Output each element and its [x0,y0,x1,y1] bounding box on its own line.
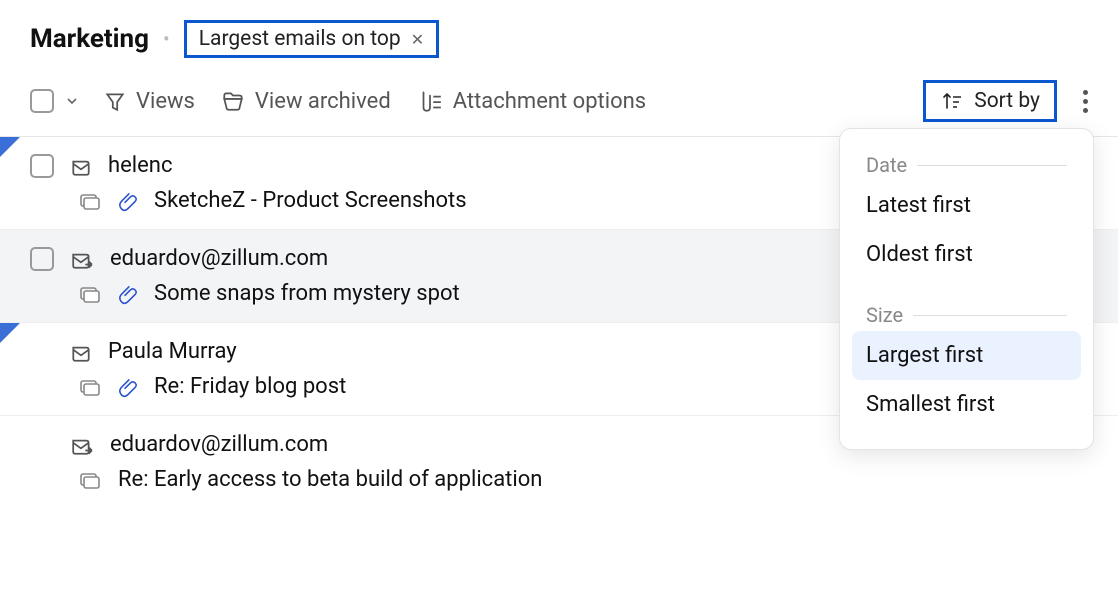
folder-title: Marketing [30,24,149,54]
envelope-forward-icon [70,248,94,270]
row-checkbox[interactable] [30,154,54,178]
sort-option-largest-first[interactable]: Largest first [852,331,1081,380]
sender-name: helenc [108,153,172,178]
email-subject: Some snaps from mystery spot [154,281,460,306]
sort-option-latest-first[interactable]: Latest first [852,181,1081,230]
sort-option-oldest-first[interactable]: Oldest first [852,230,1081,279]
email-subject: Re: Friday blog post [154,374,346,399]
unread-corner-marker [0,323,20,343]
views-button[interactable]: Views [104,89,195,114]
select-all-dropdown[interactable] [66,95,78,107]
sort-group-date: Date [852,149,1081,181]
more-actions-button[interactable] [1083,90,1088,113]
separator-dot: • [163,27,170,51]
sender-name: Paula Murray [108,339,237,364]
attachment-options-icon [417,89,443,113]
paperclip-icon [118,190,138,212]
attachment-options-button[interactable]: Attachment options [417,89,646,114]
envelope-forward-icon [70,434,94,456]
view-archived-button[interactable]: View archived [221,89,391,114]
sort-by-label: Sort by [974,89,1040,113]
paperclip-icon [118,283,138,305]
sort-by-dropdown: Date Latest first Oldest first Size Larg… [839,128,1094,450]
email-subject: Re: Early access to beta build of applic… [118,467,542,492]
folder-header: Marketing • Largest emails on top ✕ [0,0,1118,72]
active-filter-chip[interactable]: Largest emails on top ✕ [184,20,439,58]
envelope-icon [70,341,92,363]
close-icon[interactable]: ✕ [411,30,424,49]
envelope-icon [70,155,92,177]
row-checkbox[interactable] [30,247,54,271]
sender-name: eduardov@zillum.com [110,246,328,271]
view-archived-label: View archived [255,89,391,114]
sender-name: eduardov@zillum.com [110,432,328,457]
conversation-icon [78,376,102,398]
archive-icon [221,89,245,113]
email-subject: SketcheZ - Product Screenshots [154,188,467,213]
funnel-icon [104,90,126,112]
conversation-icon [78,469,102,491]
views-label: Views [136,89,195,114]
sort-icon [940,90,964,112]
sort-group-size: Size [852,299,1081,331]
select-all-checkbox[interactable] [30,89,54,113]
filter-chip-label: Largest emails on top [199,27,401,51]
sort-by-button[interactable]: Sort by [923,80,1057,122]
conversation-icon [78,283,102,305]
conversation-icon [78,190,102,212]
attachment-options-label: Attachment options [453,89,646,114]
unread-corner-marker [0,137,20,157]
paperclip-icon [118,376,138,398]
sort-option-smallest-first[interactable]: Smallest first [852,380,1081,429]
